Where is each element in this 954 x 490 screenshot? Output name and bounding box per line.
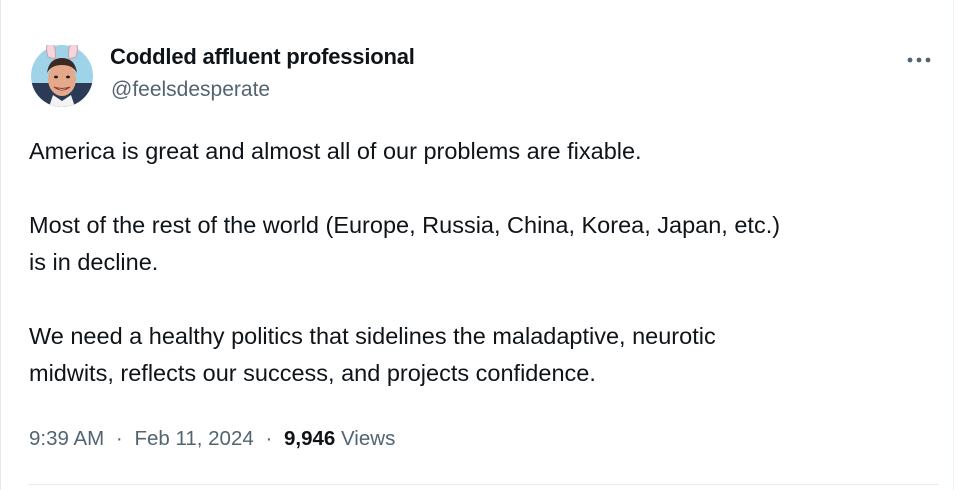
views-count: 9,946 <box>283 427 336 450</box>
author-handle[interactable]: @feelsdesperate <box>111 78 270 102</box>
more-horizontal-icon <box>907 57 931 63</box>
separator-dot: · <box>115 427 123 450</box>
tweet-paragraph: Most of the rest of the world (Europe, R… <box>29 212 781 275</box>
tweet-paragraph: America is great and almost all of our p… <box>29 138 642 164</box>
views-link[interactable]: 9,946 Views <box>284 427 395 450</box>
tweet-text: America is great and almost all of our p… <box>29 133 929 392</box>
avatar[interactable] <box>31 45 93 107</box>
divider <box>28 484 938 485</box>
tweet-paragraph: We need a healthy politics that sideline… <box>29 323 716 386</box>
more-options-button[interactable] <box>900 43 938 77</box>
tweet-metadata: 9:39 AM · Feb 11, 2024 · 9,946 Views <box>29 427 395 451</box>
profile-photo-icon <box>31 45 93 107</box>
card-left-border <box>0 0 1 490</box>
views-label: Views <box>341 427 396 450</box>
tweet-time-link[interactable]: 9:39 AM · Feb 11, 2024 <box>29 427 259 450</box>
tweet-card: Coddled affluent professional @feelsdesp… <box>0 0 954 490</box>
tweet-date: Feb 11, 2024 <box>134 427 254 450</box>
author-display-name[interactable]: Coddled affluent professional <box>110 44 415 70</box>
separator-dot: · <box>265 427 273 450</box>
tweet-time: 9:39 AM <box>29 427 105 450</box>
